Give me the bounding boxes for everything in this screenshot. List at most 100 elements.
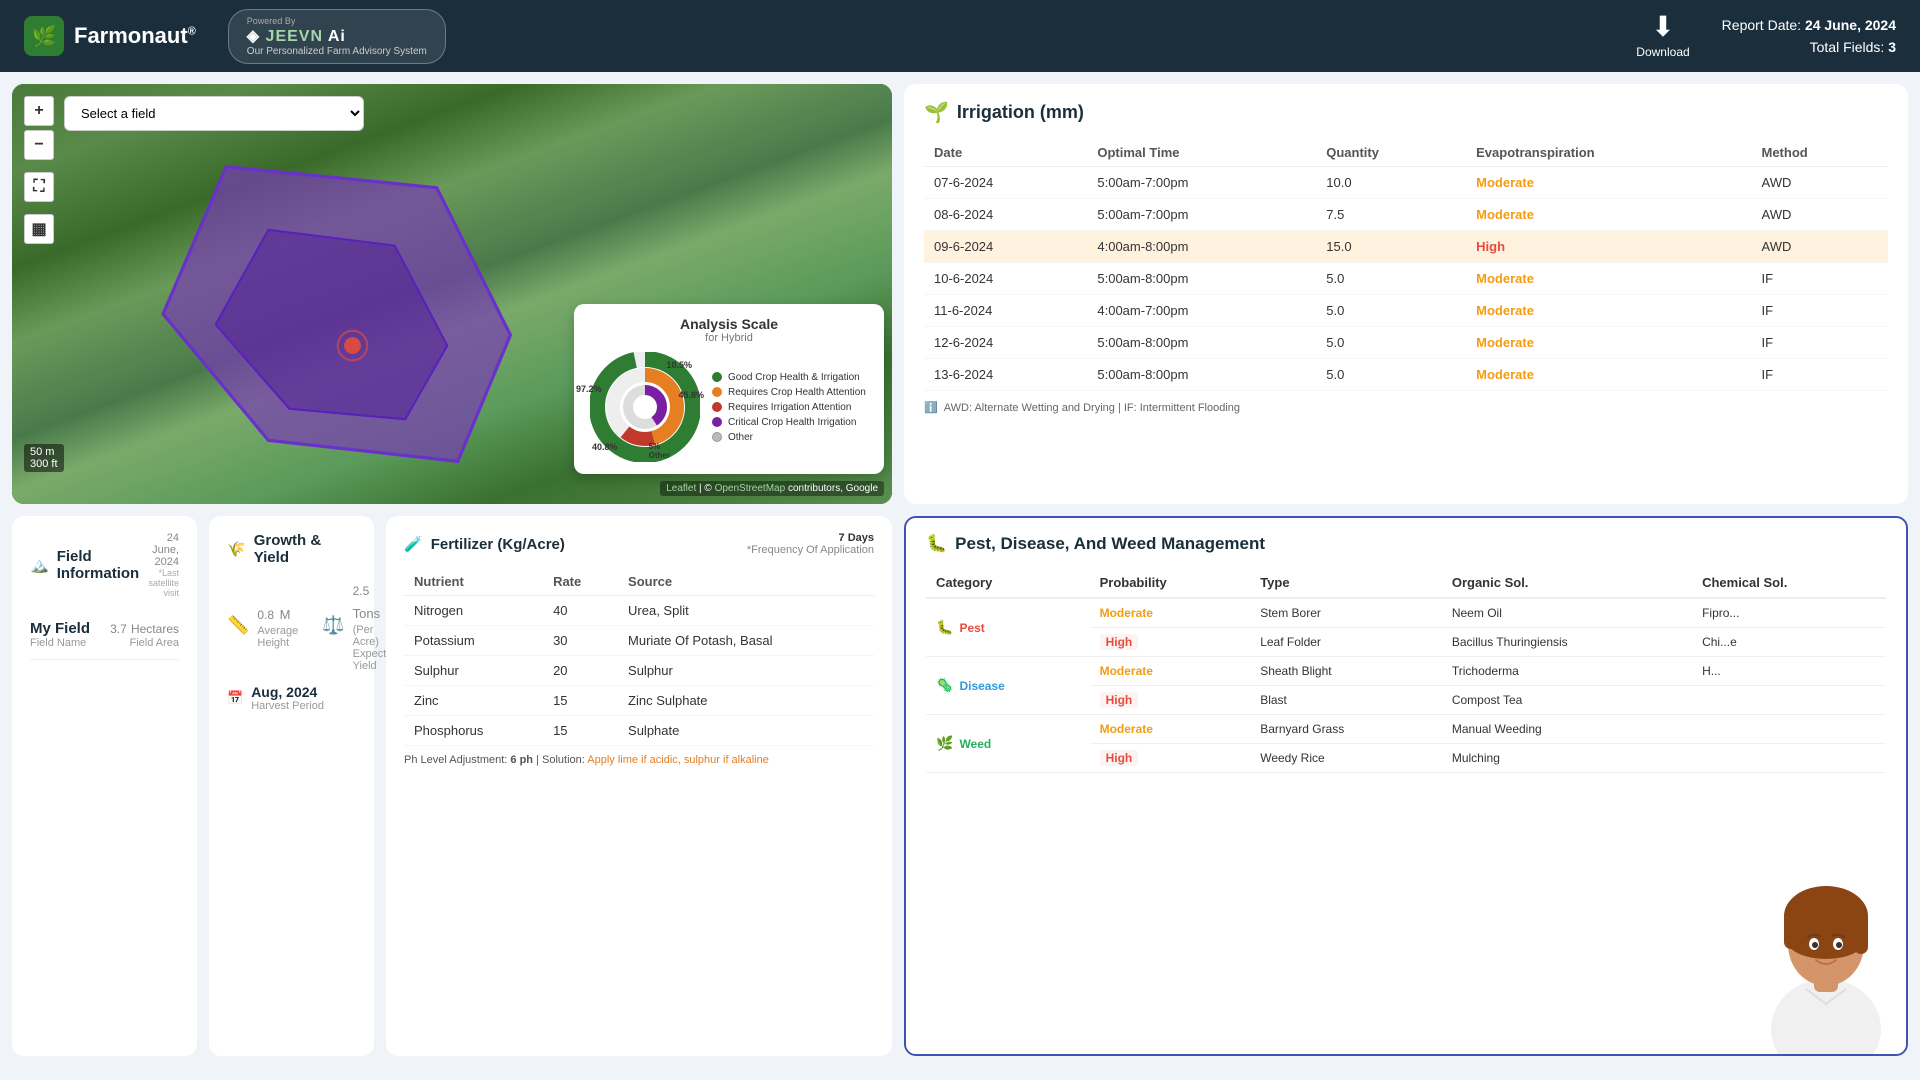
- irrigation-row: 07-6-2024 5:00am-7:00pm 10.0 Moderate AW…: [924, 167, 1888, 199]
- pest-chemical: Fipro...: [1692, 598, 1886, 628]
- field-info-title: 🏔️ Field Information: [30, 548, 139, 582]
- pest-col-chemical: Chemical Sol.: [1692, 568, 1886, 598]
- field-info-header: 🏔️ Field Information 24 June, 2024 *Last…: [30, 532, 179, 598]
- irrigation-row: 08-6-2024 5:00am-7:00pm 7.5 Moderate AWD: [924, 199, 1888, 231]
- growth-panel: 🌾 Growth & Yield 📏 0.8 M Average Height …: [209, 516, 374, 1056]
- legend-irrigation: Requires Irrigation Attention: [712, 402, 868, 413]
- irr-time: 5:00am-7:00pm: [1087, 199, 1316, 231]
- analysis-legend: Good Crop Health & Irrigation Requires C…: [712, 372, 868, 443]
- report-info: Report Date: 24 June, 2024 Total Fields:…: [1722, 14, 1896, 59]
- pest-type: Sheath Blight: [1250, 657, 1442, 686]
- map-background: + − ⛶ ▦ Select a field 50 m 300 ft Leafl…: [12, 84, 892, 504]
- irr-qty: 5.0: [1316, 327, 1466, 359]
- legend-label-crop-health: Requires Crop Health Attention: [728, 387, 866, 398]
- pest-organic: Manual Weeding: [1442, 715, 1692, 744]
- fertilizer-title: 🧪 Fertilizer (Kg/Acre): [404, 535, 565, 553]
- field-name-row: My Field Field Name 3.7 Hectares Field A…: [30, 610, 179, 660]
- field-select-input[interactable]: Select a field: [64, 96, 364, 131]
- irr-evap: Moderate: [1466, 327, 1751, 359]
- irr-time: 4:00am-7:00pm: [1087, 295, 1316, 327]
- header-left: 🌿 Farmonaut® Powered By ◈ JEEVN Ai Our P…: [24, 9, 446, 64]
- pest-organic: Compost Tea: [1442, 686, 1692, 715]
- fert-col-nutrient: Nutrient: [404, 568, 543, 596]
- fertilizer-row: Potassium 30 Muriate Of Potash, Basal: [404, 626, 874, 656]
- pct-408: 40.8%: [592, 442, 618, 452]
- fert-source: Muriate Of Potash, Basal: [618, 626, 874, 656]
- legend-dot-crop-health: [712, 387, 722, 397]
- irr-time: 5:00am-8:00pm: [1087, 359, 1316, 391]
- freq-label: *Frequency Of Application: [747, 544, 874, 556]
- jeevn-badge: Powered By ◈ JEEVN Ai Our Personalized F…: [228, 9, 446, 64]
- logo-text: Farmonaut®: [74, 23, 196, 49]
- irrigation-table: Date Optimal Time Quantity Evapotranspir…: [924, 139, 1888, 391]
- height-metric: 📏 0.8 M Average Height: [227, 578, 298, 672]
- solution-link[interactable]: Apply lime if acidic, sulphur if alkalin…: [587, 754, 769, 766]
- fertilizer-row: Phosphorus 15 Sulphate: [404, 716, 874, 746]
- irr-col-time: Optimal Time: [1087, 139, 1316, 167]
- legend-dot-good: [712, 372, 722, 382]
- harvest-row: 📅 Aug, 2024 Harvest Period: [227, 684, 356, 712]
- pest-title: 🐛 Pest, Disease, And Weed Management: [926, 534, 1886, 554]
- fert-col-source: Source: [618, 568, 874, 596]
- pest-icon: 🐛: [926, 534, 947, 554]
- pest-organic: Mulching: [1442, 744, 1692, 773]
- map-controls: + − ⛶ ▦: [24, 96, 54, 244]
- irr-col-evap: Evapotranspiration: [1466, 139, 1751, 167]
- legend-dot-other: [712, 432, 722, 442]
- irr-qty: 5.0: [1316, 295, 1466, 327]
- total-fields: Total Fields: 3: [1722, 36, 1896, 58]
- legend-label-good: Good Crop Health & Irrigation: [728, 372, 860, 383]
- pest-category: 🐛 Pest: [926, 598, 1090, 657]
- fert-nutrient: Potassium: [404, 626, 543, 656]
- harvest-icon: 📅: [227, 690, 243, 706]
- irr-time: 5:00am-8:00pm: [1087, 263, 1316, 295]
- fert-rate: 15: [543, 716, 618, 746]
- irrigation-note: ℹ️ AWD: Alternate Wetting and Drying | I…: [924, 401, 1888, 414]
- harvest-label: Harvest Period: [251, 700, 324, 712]
- irrigation-row: 12-6-2024 5:00am-8:00pm 5.0 Moderate IF: [924, 327, 1888, 359]
- layer-button[interactable]: ▦: [24, 214, 54, 244]
- irr-evap: Moderate: [1466, 199, 1751, 231]
- pest-organic: Bacillus Thuringiensis: [1442, 628, 1692, 657]
- field-selector[interactable]: Select a field: [64, 96, 364, 131]
- irr-date: 08-6-2024: [924, 199, 1087, 231]
- height-label: Average Height: [257, 625, 298, 649]
- pest-chemical: [1692, 715, 1886, 744]
- growth-icon: 🌾: [227, 540, 246, 558]
- pest-col-probability: Probability: [1090, 568, 1251, 598]
- pest-row: 🌿 Weed Moderate Barnyard Grass Manual We…: [926, 715, 1886, 744]
- irr-date: 11-6-2024: [924, 295, 1087, 327]
- irrigation-row: 10-6-2024 5:00am-8:00pm 5.0 Moderate IF: [924, 263, 1888, 295]
- legend-dot-irrigation: [712, 402, 722, 412]
- legend-label-other: Other: [728, 432, 753, 443]
- field-name-group: My Field Field Name: [30, 620, 90, 649]
- download-button[interactable]: ⬇ Download: [1636, 13, 1689, 59]
- pest-category: 🦠 Disease: [926, 657, 1090, 715]
- pct-105: 10.5%: [666, 360, 692, 370]
- legend-dot-critical: [712, 417, 722, 427]
- irr-qty: 7.5: [1316, 199, 1466, 231]
- zoom-in-button[interactable]: +: [24, 96, 54, 126]
- pest-category: 🌿 Weed: [926, 715, 1090, 773]
- pest-type: Stem Borer: [1250, 598, 1442, 628]
- zoom-out-button[interactable]: −: [24, 130, 54, 160]
- irrigation-header: 🌱 Irrigation (mm): [924, 100, 1888, 125]
- fert-rate: 15: [543, 686, 618, 716]
- pest-type: Leaf Folder: [1250, 628, 1442, 657]
- field-name-value: My Field: [30, 620, 90, 637]
- growth-title: 🌾 Growth & Yield: [227, 532, 356, 566]
- fert-source: Zinc Sulphate: [618, 686, 874, 716]
- fullscreen-button[interactable]: ⛶: [24, 172, 54, 202]
- harvest-value: Aug, 2024: [251, 684, 324, 700]
- report-date: Report Date: 24 June, 2024: [1722, 14, 1896, 36]
- pest-col-category: Category: [926, 568, 1090, 598]
- height-icon: 📏: [227, 615, 249, 636]
- irr-date: 12-6-2024: [924, 327, 1087, 359]
- pct-5: 5%Other: [649, 442, 670, 460]
- fertilizer-header: 🧪 Fertilizer (Kg/Acre) 7 Days *Frequency…: [404, 532, 874, 556]
- irr-col-date: Date: [924, 139, 1087, 167]
- irr-method: IF: [1752, 359, 1889, 391]
- map-scale: 50 m 300 ft: [24, 444, 64, 472]
- irr-qty: 10.0: [1316, 167, 1466, 199]
- map-panel: + − ⛶ ▦ Select a field 50 m 300 ft Leafl…: [12, 84, 892, 504]
